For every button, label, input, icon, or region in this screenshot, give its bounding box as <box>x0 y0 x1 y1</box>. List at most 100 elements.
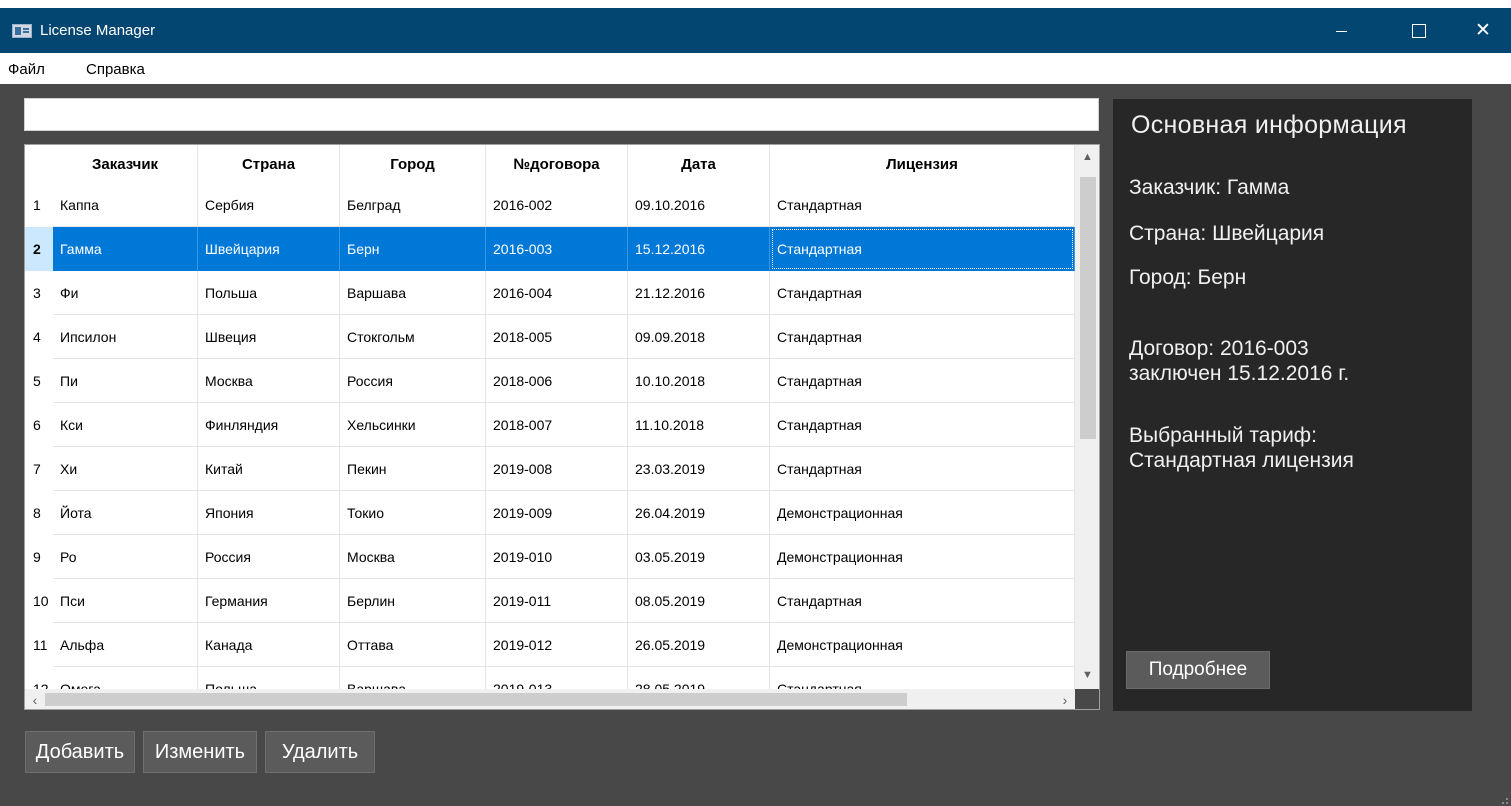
cell-country[interactable]: Япония <box>198 491 340 535</box>
table-row[interactable]: 4 Ипсилон Швеция Стокгольм 2018-005 09.0… <box>25 315 1075 359</box>
cell-license[interactable]: Стандартная <box>770 315 1075 359</box>
cell-contract[interactable]: 2019-012 <box>486 623 628 667</box>
cell-customer[interactable]: Фи <box>53 271 198 315</box>
cell-country[interactable]: Финляндия <box>198 403 340 447</box>
cell-license[interactable]: Стандартная <box>770 403 1075 447</box>
cell-country[interactable]: Швейцария <box>198 227 340 271</box>
cell-country[interactable]: Китай <box>198 447 340 491</box>
row-header[interactable]: 5 <box>25 359 53 403</box>
cell-country[interactable]: Сербия <box>198 183 340 227</box>
cell-license[interactable]: Стандартная <box>770 359 1075 403</box>
cell-license[interactable]: Демонстрационная <box>770 535 1075 579</box>
cell-contract[interactable]: 2018-007 <box>486 403 628 447</box>
cell-contract[interactable]: 2016-004 <box>486 271 628 315</box>
cell-date[interactable]: 09.10.2016 <box>628 183 770 227</box>
row-header[interactable]: 8 <box>25 491 53 535</box>
cell-country[interactable]: Польша <box>198 271 340 315</box>
table-row[interactable]: 1 Каппа Сербия Белград 2016-002 09.10.20… <box>25 183 1075 227</box>
cell-date[interactable]: 26.04.2019 <box>628 491 770 535</box>
cell-license[interactable]: Демонстрационная <box>770 491 1075 535</box>
column-header-country[interactable]: Страна <box>198 145 340 183</box>
edit-button[interactable]: Изменить <box>143 731 257 773</box>
cell-city[interactable]: Пекин <box>340 447 486 491</box>
cell-contract[interactable]: 2019-009 <box>486 491 628 535</box>
table-row[interactable]: 10 Пси Германия Берлин 2019-011 08.05.20… <box>25 579 1075 623</box>
cell-customer[interactable]: Хи <box>53 447 198 491</box>
cell-city[interactable]: Токио <box>340 491 486 535</box>
cell-date[interactable]: 21.12.2016 <box>628 271 770 315</box>
cell-customer[interactable]: Гамма <box>53 227 198 271</box>
column-header-contract[interactable]: №договора <box>486 145 628 183</box>
cell-city[interactable]: Хельсинки <box>340 403 486 447</box>
cell-license[interactable]: Стандартная <box>770 447 1075 491</box>
row-header[interactable]: 3 <box>25 271 53 315</box>
cell-country[interactable]: Германия <box>198 579 340 623</box>
cell-city[interactable]: Оттава <box>340 623 486 667</box>
column-header-city[interactable]: Город <box>340 145 486 183</box>
title-bar[interactable]: License Manager <box>0 8 1511 53</box>
table-row[interactable]: 7 Хи Китай Пекин 2019-008 23.03.2019 Ста… <box>25 447 1075 491</box>
cell-city[interactable]: Берн <box>340 227 486 271</box>
cell-date[interactable]: 15.12.2016 <box>628 227 770 271</box>
table-row[interactable]: 5 Пи Москва Россия 2018-006 10.10.2018 С… <box>25 359 1075 403</box>
menu-help[interactable]: Справка <box>86 61 145 78</box>
cell-contract[interactable]: 2018-005 <box>486 315 628 359</box>
cell-customer[interactable]: Йота <box>53 491 198 535</box>
search-input[interactable] <box>24 98 1099 131</box>
cell-city[interactable]: Варшава <box>340 271 486 315</box>
table-row-selected[interactable]: 2 Гамма Швейцария Берн 2016-003 15.12.20… <box>25 227 1075 271</box>
table-row[interactable]: 3 Фи Польша Варшава 2016-004 21.12.2016 … <box>25 271 1075 315</box>
cell-city[interactable]: Белград <box>340 183 486 227</box>
cell-license[interactable]: Демонстрационная <box>770 623 1075 667</box>
row-header[interactable]: 7 <box>25 447 53 491</box>
table-row[interactable]: 11 Альфа Канада Оттава 2019-012 26.05.20… <box>25 623 1075 667</box>
vertical-scrollbar[interactable]: ▲ ▼ <box>1075 145 1099 689</box>
row-header[interactable]: 9 <box>25 535 53 579</box>
table-row[interactable]: 6 Кси Финляндия Хельсинки 2018-007 11.10… <box>25 403 1075 447</box>
cell-customer[interactable]: Ро <box>53 535 198 579</box>
column-header-date[interactable]: Дата <box>628 145 770 183</box>
cell-license[interactable]: Стандартная <box>770 227 1075 271</box>
cell-customer[interactable]: Пси <box>53 579 198 623</box>
cell-contract[interactable]: 2016-003 <box>486 227 628 271</box>
cell-contract[interactable]: 2016-002 <box>486 183 628 227</box>
cell-date[interactable]: 09.09.2018 <box>628 315 770 359</box>
close-icon[interactable] <box>1460 8 1506 53</box>
cell-date[interactable]: 26.05.2019 <box>628 623 770 667</box>
licenses-table[interactable]: Заказчик Страна Город №договора Дата Лиц… <box>24 144 1100 710</box>
row-header[interactable]: 2 <box>25 227 53 271</box>
cell-license[interactable]: Стандартная <box>770 271 1075 315</box>
cell-customer[interactable]: Кси <box>53 403 198 447</box>
cell-customer[interactable]: Альфа <box>53 623 198 667</box>
cell-date[interactable]: 10.10.2018 <box>628 359 770 403</box>
cell-date[interactable]: 08.05.2019 <box>628 579 770 623</box>
cell-city[interactable]: Москва <box>340 535 486 579</box>
cell-customer[interactable]: Пи <box>53 359 198 403</box>
cell-customer[interactable]: Ипсилон <box>53 315 198 359</box>
cell-country[interactable]: Швеция <box>198 315 340 359</box>
column-header-customer[interactable]: Заказчик <box>53 145 198 183</box>
cell-license[interactable]: Стандартная <box>770 579 1075 623</box>
cell-customer[interactable]: Каппа <box>53 183 198 227</box>
chevron-left-icon[interactable]: ‹ <box>25 689 45 709</box>
chevron-right-icon[interactable]: › <box>1055 689 1075 709</box>
horizontal-scroll-thumb[interactable] <box>45 693 907 706</box>
row-header[interactable]: 11 <box>25 623 53 667</box>
table-row[interactable]: 8 Йота Япония Токио 2019-009 26.04.2019 … <box>25 491 1075 535</box>
cell-license[interactable]: Стандартная <box>770 183 1075 227</box>
cell-date[interactable]: 23.03.2019 <box>628 447 770 491</box>
maximize-icon[interactable] <box>1396 8 1442 53</box>
column-header-license[interactable]: Лицензия <box>770 145 1075 183</box>
cell-city[interactable]: Стокгольм <box>340 315 486 359</box>
cell-country[interactable]: Россия <box>198 535 340 579</box>
row-header[interactable]: 10 <box>25 579 53 623</box>
cell-city[interactable]: Берлин <box>340 579 486 623</box>
cell-country[interactable]: Канада <box>198 623 340 667</box>
table-row[interactable]: 9 Ро Россия Москва 2019-010 03.05.2019 Д… <box>25 535 1075 579</box>
minimize-icon[interactable] <box>1318 8 1364 53</box>
chevron-down-icon[interactable]: ▼ <box>1075 665 1099 685</box>
cell-contract[interactable]: 2019-010 <box>486 535 628 579</box>
details-button[interactable]: Подробнее <box>1126 651 1270 689</box>
menu-file[interactable]: Файл <box>8 61 45 78</box>
vertical-scroll-thumb[interactable] <box>1080 177 1096 439</box>
